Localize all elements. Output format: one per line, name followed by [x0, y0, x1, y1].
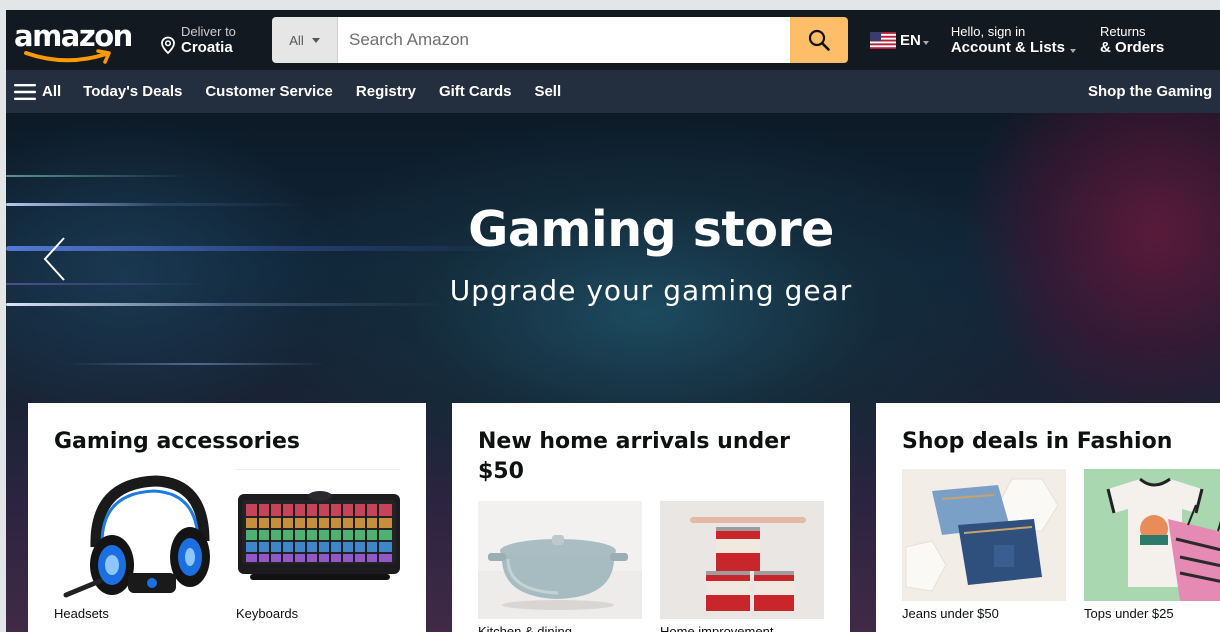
us-flag-icon: [870, 31, 896, 49]
deliver-to-button[interactable]: Deliver to Croatia: [156, 17, 266, 63]
search-bar: All: [272, 17, 848, 63]
tile-home-improvement[interactable]: Home improvement: [660, 501, 824, 632]
jeans-image: [902, 469, 1066, 601]
orders-label: & Orders: [1100, 39, 1165, 56]
tile-tops[interactable]: Tops under $25: [1084, 469, 1220, 621]
search-button[interactable]: [790, 17, 848, 63]
tile-label: Home improvement: [660, 624, 774, 632]
deliver-label: Deliver to: [181, 24, 236, 39]
returns-label: Returns: [1100, 24, 1146, 39]
tile-kitchen-dining[interactable]: Kitchen & dining: [478, 501, 642, 632]
returns-orders-link[interactable]: Returns & Orders: [1100, 24, 1164, 56]
tile-jeans[interactable]: Jeans under $50: [902, 469, 1066, 621]
card-title: Gaming accessories: [54, 429, 300, 454]
all-menu-label: All: [42, 83, 62, 100]
sub-nav: All Today's Deals Customer Service Regis…: [6, 70, 1220, 113]
hero-subtitle: Upgrade your gaming gear: [449, 274, 853, 307]
nav-link-registry[interactable]: Registry: [356, 83, 416, 100]
language-label: EN: [900, 31, 921, 49]
headset-image: [54, 469, 218, 601]
tops-image: [1084, 469, 1220, 601]
chevron-down-icon: [922, 41, 929, 45]
card-title: New home arrivals under $50: [478, 429, 791, 484]
account-greeting: Hello, sign in: [950, 24, 1026, 39]
chevron-down-icon: [1070, 49, 1077, 53]
search-category-dropdown[interactable]: All: [272, 17, 338, 63]
language-selector[interactable]: EN: [870, 17, 929, 63]
location-pin-icon: [161, 36, 175, 55]
logo-text: amazon: [14, 19, 133, 53]
tile-label: Keyboards: [236, 606, 299, 621]
paint-cans-image: [660, 501, 824, 619]
card-grid: Headsets Keyboards: [54, 469, 400, 621]
nav-link-gift-cards[interactable]: Gift Cards: [439, 83, 512, 100]
nav-link-customer-service[interactable]: Customer Service: [205, 83, 333, 100]
nav-link-todays-deals[interactable]: Today's Deals: [83, 83, 182, 100]
tile-label: Tops under $25: [1084, 606, 1174, 621]
card-grid: Jeans under $50 Tops under $25: [902, 469, 1220, 621]
amazon-logo[interactable]: amazon: [10, 15, 156, 65]
tile-label: Kitchen & dining: [478, 624, 572, 632]
card-title: Shop deals in Fashion: [902, 429, 1173, 454]
account-lists-text: Account & Lists: [950, 39, 1066, 56]
card-home-arrivals: New home arrivals under $50 Kitchen & di…: [452, 403, 850, 632]
hero-light-streak: [66, 363, 326, 365]
hamburger-menu-icon: [14, 83, 36, 100]
card-gaming-accessories: Gaming accessories Headsets Keyboards: [28, 403, 426, 632]
tile-keyboards[interactable]: Keyboards: [236, 469, 400, 621]
search-input[interactable]: [338, 17, 790, 63]
search-icon: [808, 29, 830, 51]
dutch-oven-image: [478, 501, 642, 619]
tile-label: Jeans under $50: [902, 606, 999, 621]
account-lists-label: Account & Lists: [950, 39, 1077, 56]
nav-promo-link[interactable]: Shop the Gaming: [1088, 83, 1212, 100]
keyboard-image: [236, 469, 400, 601]
all-menu-button[interactable]: All: [6, 83, 61, 100]
nav-belt: amazon Deliver to Croatia All Search Ama…: [6, 10, 1220, 70]
nav-link-sell[interactable]: Sell: [534, 83, 561, 100]
hero-light-streak: [6, 175, 186, 177]
chevron-down-icon: [311, 37, 320, 43]
tile-headsets[interactable]: Headsets: [54, 469, 218, 621]
deliver-country: Croatia: [181, 39, 233, 56]
account-menu[interactable]: Hello, sign in Account & Lists: [950, 24, 1077, 56]
tile-label: Headsets: [54, 606, 109, 621]
logo-smile-icon: [24, 49, 111, 64]
card-fashion-deals: Shop deals in Fashion Jeans under $50 To…: [876, 403, 1220, 632]
hero-title: Gaming store: [468, 201, 834, 258]
search-category-label: All: [289, 32, 304, 48]
card-grid: Kitchen & dining Home improvement: [478, 501, 824, 632]
